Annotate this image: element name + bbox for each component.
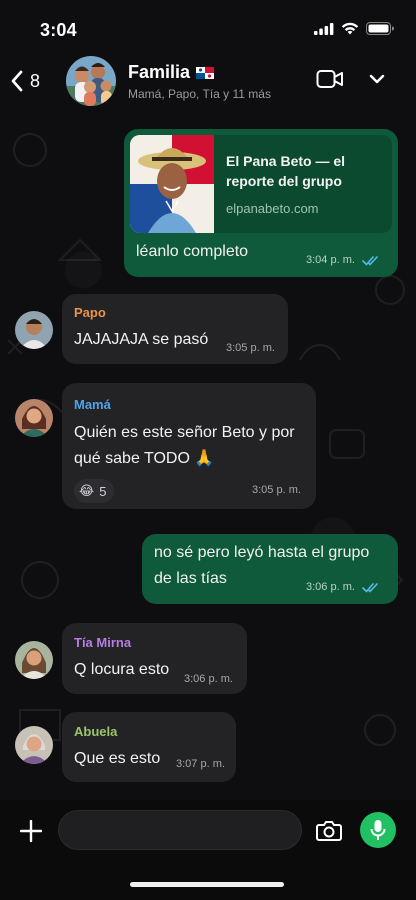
message-input[interactable] <box>58 810 302 850</box>
link-preview-card[interactable]: El Pana Beto — el reporte del grupo elpa… <box>130 135 392 233</box>
group-members: Mamá, Papo, Tía y 11 más <box>128 87 271 101</box>
group-name: Familia <box>128 62 191 82</box>
chevron-down-icon <box>369 74 385 84</box>
sender-name: Tía Mirna <box>74 635 132 650</box>
chat-screen: 3:04 8 Familia Mamá, Papo, Tía y 11 más … <box>0 0 416 900</box>
home-indicator <box>130 882 284 887</box>
voice-message-button[interactable] <box>360 812 396 848</box>
person-avatar-icon <box>15 726 53 764</box>
chat-header: 8 Familia Mamá, Papo, Tía y 11 más <box>0 50 416 112</box>
message-text: Q locura esto <box>74 661 170 678</box>
read-receipt-icon <box>362 582 378 593</box>
link-thumbnail <box>130 135 214 233</box>
status-time: 3:04 <box>40 20 77 40</box>
avatar-abuela[interactable] <box>15 726 53 764</box>
message-text: léanlo completo <box>136 243 249 260</box>
family-photo-icon <box>66 56 116 106</box>
cellular-signal-icon <box>314 22 334 35</box>
person-avatar-icon <box>15 311 53 349</box>
avatar-tia-mirna[interactable] <box>15 641 53 679</box>
message-timestamp: 3:07 p. m. <box>176 758 225 770</box>
message-reaction[interactable]: 😂 5 <box>74 479 115 503</box>
camera-icon <box>316 821 342 841</box>
header-menu-button[interactable] <box>368 70 386 88</box>
message-text: Que es esto <box>74 750 161 767</box>
person-avatar-icon <box>15 641 53 679</box>
reaction-emoji: 😂 <box>79 483 95 498</box>
group-title: Familia <box>128 62 298 83</box>
message-time: 3:06 p. m. <box>306 581 380 593</box>
sender-name: Mamá <box>74 397 111 412</box>
avatar-mama[interactable] <box>15 399 53 437</box>
message-timestamp: 3:04 p. m. <box>306 254 355 266</box>
video-call-button[interactable] <box>316 68 344 90</box>
message-timestamp: 3:06 p. m. <box>184 673 233 685</box>
link-domain: elpanabeto.com <box>226 201 319 216</box>
message-timestamp: 3:06 p. m. <box>306 581 355 593</box>
outgoing-message[interactable]: no sé pero leyó hasta el grupo de las tí… <box>142 534 398 604</box>
wifi-icon <box>341 22 359 35</box>
back-button[interactable]: 8 <box>10 62 40 100</box>
message-text: JAJAJAJA se pasó <box>74 331 209 348</box>
message-text-line: qué sabe TODO 🙏 <box>74 450 215 467</box>
camera-button[interactable] <box>316 818 342 842</box>
message-composer <box>0 800 416 900</box>
avatar-papo[interactable] <box>15 311 53 349</box>
sender-name: Papo <box>74 305 106 320</box>
person-avatar-icon <box>15 399 53 437</box>
incoming-message[interactable]: Mamá Quién es este señor Beto y por qué … <box>62 383 316 509</box>
incoming-message[interactable]: Abuela Que es esto 3:07 p. m. <box>62 712 236 782</box>
message-text-line: no sé pero leyó hasta el grupo <box>154 544 370 561</box>
group-avatar[interactable] <box>66 56 116 106</box>
read-receipt-icon <box>362 255 378 266</box>
microphone-icon <box>370 820 386 840</box>
message-text-line: Quién es este señor Beto y por <box>74 424 295 441</box>
group-info[interactable]: Familia Mamá, Papo, Tía y 11 más <box>128 62 298 101</box>
message-time: 3:04 p. m. <box>306 254 380 266</box>
incoming-message[interactable]: Tía Mirna Q locura esto 3:06 p. m. <box>62 623 247 694</box>
chevron-left-icon <box>11 70 23 92</box>
unread-chats-count: 8 <box>30 70 41 91</box>
incoming-message[interactable]: Papo JAJAJAJA se pasó 3:05 p. m. <box>62 294 288 364</box>
message-timestamp: 3:05 p. m. <box>226 342 275 354</box>
sender-name: Abuela <box>74 724 118 739</box>
message-timestamp: 3:05 p. m. <box>252 484 301 496</box>
link-title: El Pana Beto — el reporte del grupo <box>226 153 346 189</box>
status-icons <box>314 22 394 35</box>
message-text-line: de las tías <box>154 570 227 587</box>
attach-button[interactable] <box>19 819 43 843</box>
reaction-count: 5 <box>99 483 107 499</box>
battery-icon <box>366 22 394 35</box>
outgoing-message[interactable]: El Pana Beto — el reporte del grupo elpa… <box>124 129 398 277</box>
plus-icon <box>19 819 43 843</box>
video-camera-icon <box>316 70 343 88</box>
status-bar: 3:04 <box>0 0 416 56</box>
panama-flag-icon <box>196 66 215 79</box>
